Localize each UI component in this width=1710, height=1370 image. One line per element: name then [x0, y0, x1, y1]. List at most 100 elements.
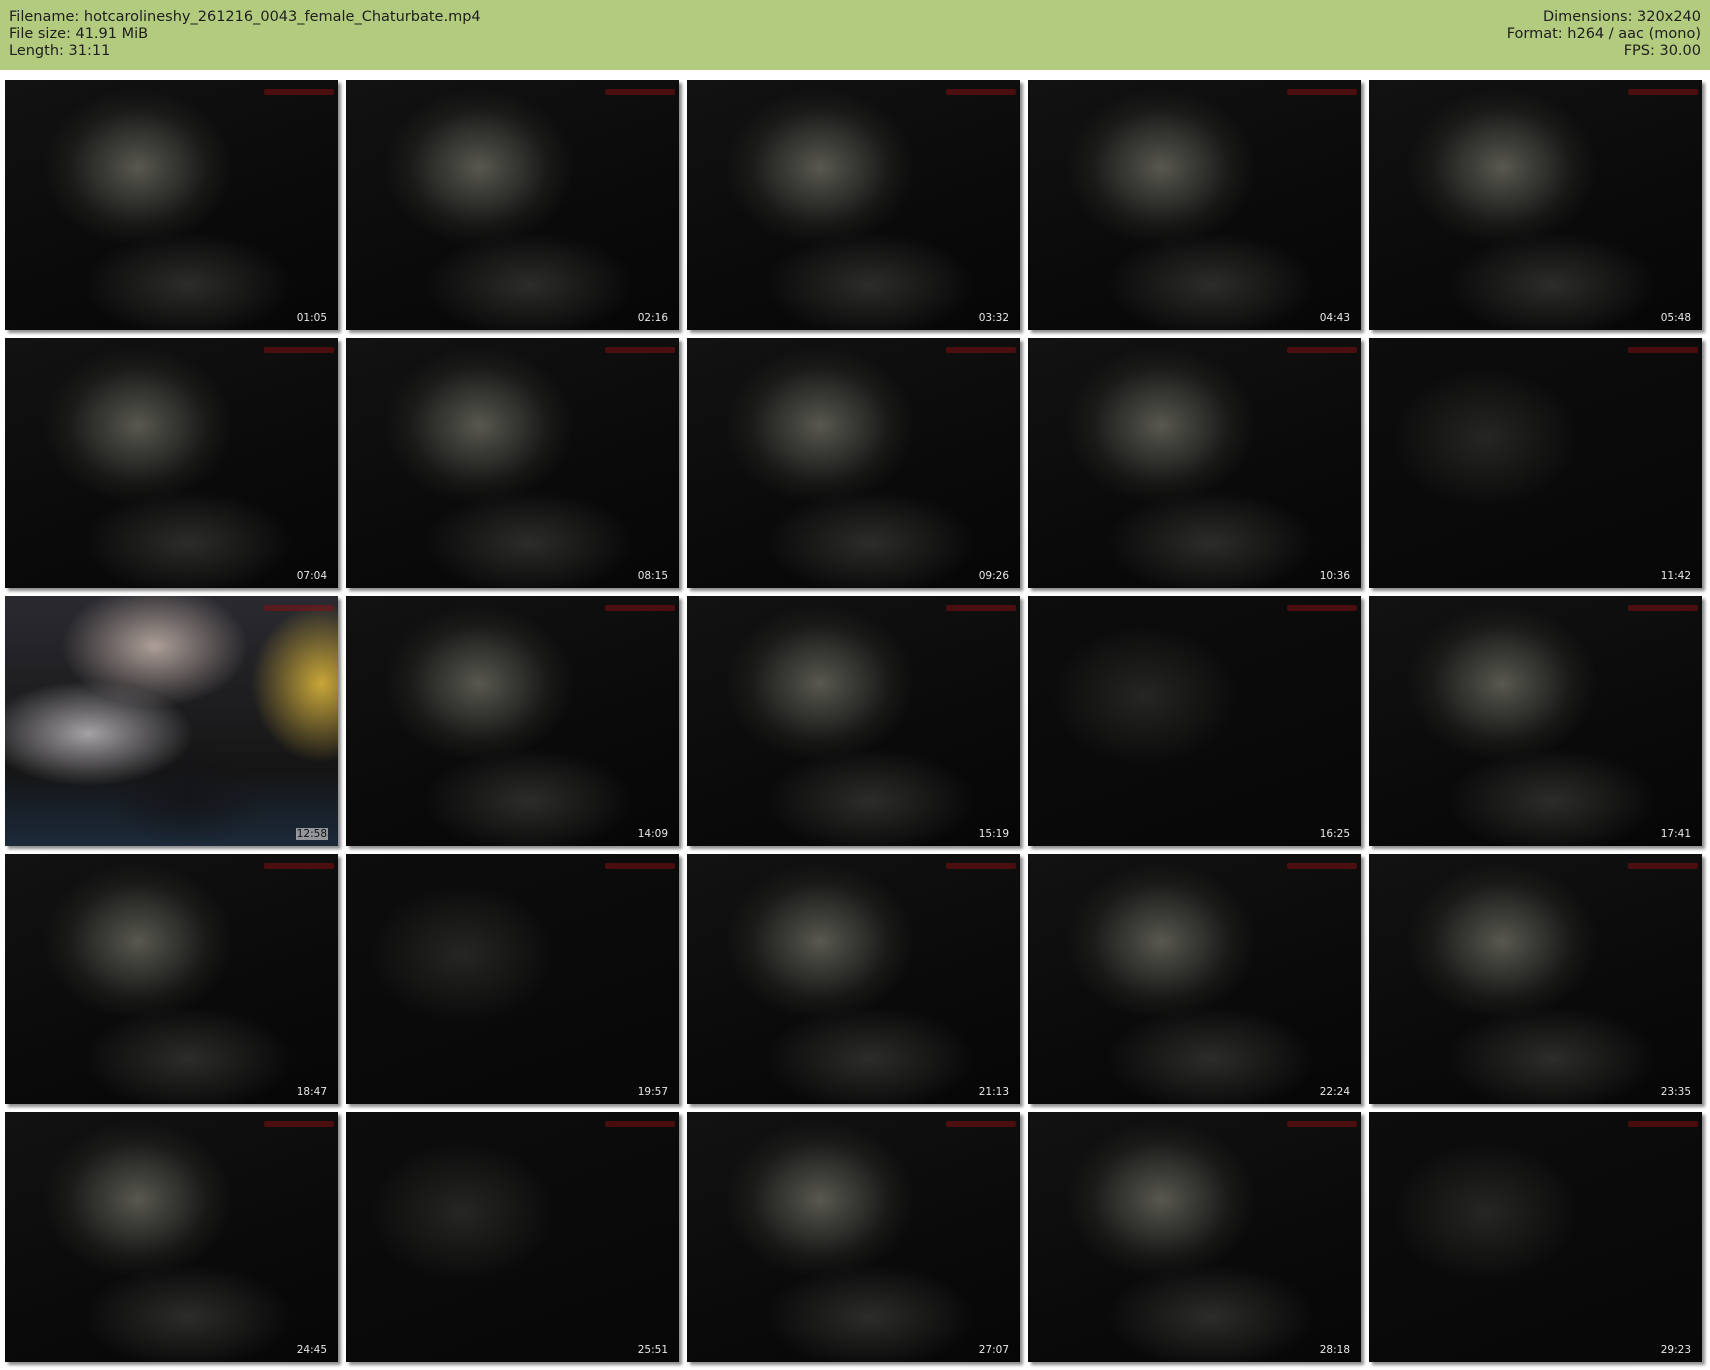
- watermark-logo: [1628, 1115, 1698, 1127]
- watermark-logo: [946, 83, 1016, 95]
- thumbnail-timestamp: 07:04: [296, 570, 327, 582]
- thumbnail-frame-image: [687, 596, 1020, 846]
- video-thumbnail: 07:04: [5, 338, 338, 588]
- thumbnail-timestamp: 02:16: [637, 312, 668, 324]
- thumbnail-frame-image: [687, 854, 1020, 1104]
- thumbnail-frame-image: [687, 80, 1020, 330]
- video-thumbnail: 11:42: [1369, 338, 1702, 588]
- watermark-logo: [264, 599, 334, 611]
- video-thumbnail: 23:35: [1369, 854, 1702, 1104]
- watermark-logo: [1287, 599, 1357, 611]
- video-thumbnail: 22:24: [1028, 854, 1361, 1104]
- watermark-logo: [264, 1115, 334, 1127]
- thumbnail-timestamp: 24:45: [296, 1344, 327, 1356]
- video-thumbnail: 15:19: [687, 596, 1020, 846]
- thumbnail-grid: 01:05 02:16 03:32 04:43 05:48 07:04 08:15 09:26…: [0, 0, 1710, 1370]
- video-thumbnail: 25:51: [346, 1112, 679, 1362]
- thumbnail-timestamp: 05:48: [1660, 312, 1691, 324]
- watermark-logo: [946, 599, 1016, 611]
- thumbnail-timestamp: 21:13: [978, 1086, 1009, 1098]
- thumbnail-frame-image: [687, 338, 1020, 588]
- watermark-logo: [946, 1115, 1016, 1127]
- watermark-logo: [605, 341, 675, 353]
- thumbnail-timestamp: 25:51: [637, 1344, 668, 1356]
- thumbnail-frame-image: [5, 1112, 338, 1362]
- thumbnail-timestamp: 22:24: [1319, 1086, 1350, 1098]
- video-thumbnail: 17:41: [1369, 596, 1702, 846]
- thumbnail-timestamp: 14:09: [637, 828, 668, 840]
- video-thumbnail: 28:18: [1028, 1112, 1361, 1362]
- watermark-logo: [1628, 341, 1698, 353]
- watermark-logo: [1628, 857, 1698, 869]
- video-thumbnail: 01:05: [5, 80, 338, 330]
- thumbnail-timestamp: 04:43: [1319, 312, 1350, 324]
- watermark-logo: [1287, 83, 1357, 95]
- video-thumbnail: 27:07: [687, 1112, 1020, 1362]
- watermark-logo: [946, 857, 1016, 869]
- watermark-logo: [605, 1115, 675, 1127]
- watermark-logo: [1287, 857, 1357, 869]
- video-thumbnail: 05:48: [1369, 80, 1702, 330]
- video-thumbnail: 04:43: [1028, 80, 1361, 330]
- thumbnail-frame-image: [1028, 596, 1361, 846]
- thumbnail-timestamp: 28:18: [1319, 1344, 1350, 1356]
- thumbnail-timestamp: 17:41: [1660, 828, 1691, 840]
- thumbnail-frame-image: [1369, 854, 1702, 1104]
- thumbnail-frame-image: [1028, 80, 1361, 330]
- video-thumbnail: 12:58: [5, 596, 338, 846]
- video-thumbnail: 08:15: [346, 338, 679, 588]
- video-thumbnail: 14:09: [346, 596, 679, 846]
- thumbnail-frame-image: [1369, 338, 1702, 588]
- thumbnail-frame-image: [1028, 1112, 1361, 1362]
- thumbnail-frame-image: [5, 596, 338, 846]
- thumbnail-timestamp: 16:25: [1319, 828, 1350, 840]
- thumbnail-frame-image: [346, 854, 679, 1104]
- watermark-logo: [264, 341, 334, 353]
- thumbnail-timestamp: 23:35: [1660, 1086, 1691, 1098]
- video-thumbnail: 21:13: [687, 854, 1020, 1104]
- video-thumbnail: 10:36: [1028, 338, 1361, 588]
- thumbnail-timestamp: 08:15: [637, 570, 668, 582]
- watermark-logo: [1628, 599, 1698, 611]
- watermark-logo: [1287, 1115, 1357, 1127]
- video-thumbnail: 19:57: [346, 854, 679, 1104]
- thumbnail-frame-image: [1028, 338, 1361, 588]
- video-thumbnail: 29:23: [1369, 1112, 1702, 1362]
- thumbnail-frame-image: [346, 80, 679, 330]
- thumbnail-frame-image: [1369, 1112, 1702, 1362]
- video-thumbnail: 02:16: [346, 80, 679, 330]
- thumbnail-frame-image: [687, 1112, 1020, 1362]
- thumbnail-timestamp: 19:57: [637, 1086, 668, 1098]
- watermark-logo: [1628, 83, 1698, 95]
- thumbnail-frame-image: [1369, 80, 1702, 330]
- watermark-logo: [946, 341, 1016, 353]
- thumbnail-timestamp: 09:26: [978, 570, 1009, 582]
- thumbnail-timestamp: 29:23: [1660, 1344, 1691, 1356]
- thumbnail-timestamp: 27:07: [978, 1344, 1009, 1356]
- thumbnail-timestamp: 10:36: [1319, 570, 1350, 582]
- thumbnail-frame-image: [1028, 854, 1361, 1104]
- thumbnail-timestamp: 18:47: [296, 1086, 327, 1098]
- thumbnail-timestamp: 12:58: [295, 828, 328, 840]
- watermark-logo: [264, 857, 334, 869]
- watermark-logo: [605, 599, 675, 611]
- video-thumbnail: 03:32: [687, 80, 1020, 330]
- thumbnail-frame-image: [346, 338, 679, 588]
- video-thumbnail: 18:47: [5, 854, 338, 1104]
- watermark-logo: [605, 857, 675, 869]
- thumbnail-timestamp: 03:32: [978, 312, 1009, 324]
- video-thumbnail: 09:26: [687, 338, 1020, 588]
- watermark-logo: [605, 83, 675, 95]
- thumbnail-frame-image: [5, 80, 338, 330]
- thumbnail-timestamp: 11:42: [1660, 570, 1691, 582]
- thumbnail-frame-image: [346, 596, 679, 846]
- watermark-logo: [264, 83, 334, 95]
- thumbnail-frame-image: [346, 1112, 679, 1362]
- thumbnail-timestamp: 15:19: [978, 828, 1009, 840]
- watermark-logo: [1287, 341, 1357, 353]
- video-thumbnail: 16:25: [1028, 596, 1361, 846]
- video-thumbnail: 24:45: [5, 1112, 338, 1362]
- thumbnail-timestamp: 01:05: [296, 312, 327, 324]
- thumbnail-frame-image: [5, 338, 338, 588]
- thumbnail-frame-image: [1369, 596, 1702, 846]
